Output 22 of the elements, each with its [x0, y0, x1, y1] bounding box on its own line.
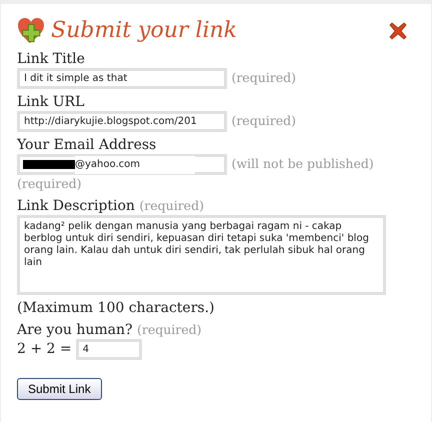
- dialog-title: Submit your link: [51, 17, 237, 45]
- text-field[interactable]: http://diarykujie.blogspot.com/201: [17, 111, 227, 132]
- text-field[interactable]: I dit it simple as that: [17, 68, 227, 89]
- captcha-question: 2 + 2 =: [17, 341, 72, 358]
- field-note: (required): [231, 70, 296, 86]
- description-field[interactable]: kadang² pelik dengan manusia yang berbagai ragam ni - cakap berblog untuk diri sendiri, kepuasan diri tetapi suka 'membenci' blog orang lain. Kalau dah untuk diri sendiri, tak perlulah sibuk hal orang lain: [17, 215, 386, 295]
- close-icon[interactable]: [389, 22, 407, 40]
- field-note: (will not be published): [231, 156, 374, 172]
- field-label: Your Email Address: [17, 137, 156, 153]
- submit-button[interactable]: Submit Link: [17, 378, 102, 400]
- email-field[interactable]: @yahoo.com: [17, 154, 227, 175]
- field-label: Link Title: [17, 51, 85, 67]
- required-note: (required): [139, 198, 204, 213]
- field-note: (required): [17, 176, 82, 191]
- field-label: Link Description: [17, 198, 135, 214]
- heart-plus-icon: [17, 17, 47, 45]
- required-note: (required): [136, 322, 202, 337]
- character-limit-hint: (Maximum 100 characters.): [17, 299, 216, 317]
- field-label: Are you human?: [17, 322, 133, 338]
- field-label: Link URL: [17, 94, 84, 110]
- answer-field[interactable]: 4: [76, 339, 142, 360]
- field-note: (required): [231, 113, 296, 128]
